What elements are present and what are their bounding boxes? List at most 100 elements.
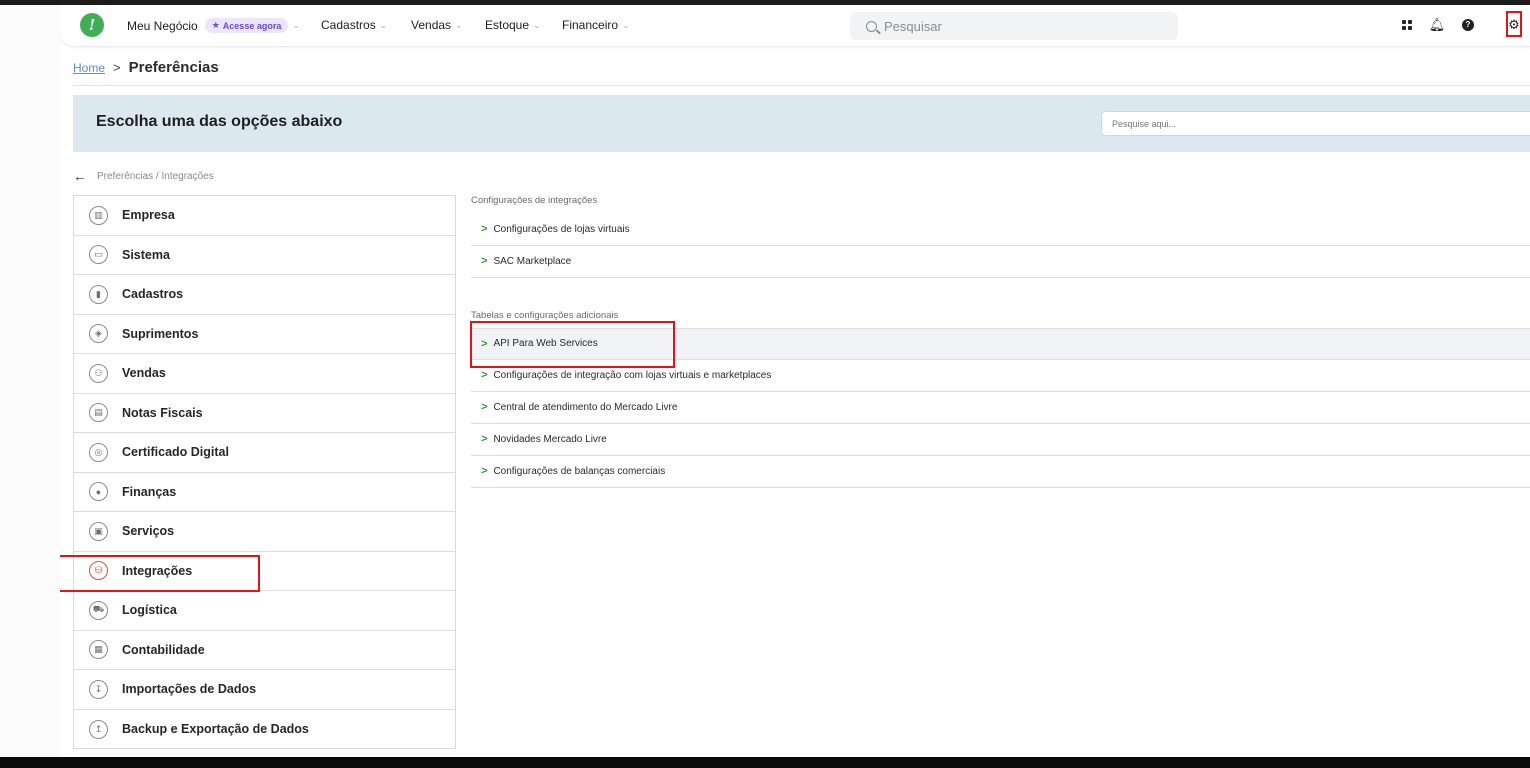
chevron-down-icon: ⌄ [622, 19, 630, 30]
menu-item-backup[interactable]: ↥ Backup e Exportação de Dados [74, 710, 455, 750]
menu-item-label: Contabilidade [122, 642, 205, 657]
book-icon: ▮ [89, 284, 108, 304]
menu-item-vendas[interactable]: ⚇ Vendas [74, 354, 455, 394]
apps-icon[interactable] [1399, 17, 1415, 33]
link-label: SAC Marketplace [493, 255, 572, 267]
link-label: Configurações de balanças comerciais [493, 465, 666, 477]
window-bottom-strip [0, 757, 1530, 768]
people-icon: ⚇ [89, 363, 108, 383]
chevron-down-icon: ⌄ [292, 20, 300, 30]
link-novidades-mercado-livre[interactable]: > Novidades Mercado Livre [471, 424, 1530, 456]
link-balancas-comerciais[interactable]: > Configurações de balanças comerciais [471, 456, 1530, 488]
piggy-bank-icon: ● [89, 482, 108, 502]
options-banner: Escolha uma das opções abaixo [73, 95, 1530, 152]
divider [73, 85, 1530, 86]
menu-item-notas-fiscais[interactable]: ▤ Notas Fiscais [74, 394, 455, 433]
menu-item-importacoes[interactable]: ↧ Importações de Dados [74, 670, 455, 710]
menu-item-logistica[interactable]: ⛟ Logística [74, 591, 455, 631]
nav-estoque-label: Estoque [485, 18, 530, 32]
breadcrumb: Home > Preferências [73, 59, 219, 76]
nav-cadastros-label: Cadastros [321, 18, 376, 32]
box-icon: ◈ [89, 324, 108, 344]
chevron-right-icon: > [481, 255, 488, 268]
chevron-right-icon: > [481, 433, 488, 446]
apps-grid [1402, 20, 1412, 30]
section-title-tabelas: Tabelas e configurações adicionais [471, 310, 619, 321]
nav-meu-negocio[interactable]: Meu Negócio ★ Acesse agora ⌄ [127, 18, 300, 33]
nav-meu-negocio-label: Meu Negócio [127, 18, 198, 33]
nav-cadastros[interactable]: Cadastros ⌄ [321, 18, 387, 32]
link-label: Configurações de lojas virtuais [493, 223, 630, 235]
acesse-agora-badge[interactable]: ★ Acesse agora [204, 18, 289, 33]
menu-item-contabilidade[interactable]: ▦ Contabilidade [74, 631, 455, 670]
banner-title: Escolha uma das opções abaixo [96, 113, 343, 130]
nav-financeiro[interactable]: Financeiro ⌄ [562, 18, 630, 32]
highlight-box-api [470, 321, 675, 368]
link-label: Novidades Mercado Livre [493, 433, 607, 445]
import-icon: ↧ [89, 679, 108, 699]
menu-item-empresa[interactable]: ▥ Empresa [74, 196, 455, 236]
preferences-search-input[interactable] [1101, 111, 1530, 136]
chevron-down-icon: ⌄ [379, 19, 388, 30]
menu-item-label: Notas Fiscais [122, 405, 203, 420]
menu-item-label: Certificado Digital [122, 445, 229, 460]
chevron-down-icon: ⌄ [455, 19, 463, 30]
chevron-right-icon: > [481, 223, 488, 236]
chevron-right-icon: > [481, 401, 488, 414]
menu-item-label: Finanças [122, 484, 177, 499]
link-central-mercado-livre[interactable]: > Central de atendimento do Mercado Livr… [471, 392, 1530, 424]
breadcrumb-separator: > [113, 60, 121, 75]
menu-item-label: Backup e Exportação de Dados [122, 722, 309, 737]
chevron-right-icon: > [481, 465, 488, 478]
link-sac-marketplace[interactable]: > SAC Marketplace [471, 246, 1530, 278]
monitor-icon: ▭ [89, 245, 108, 265]
certificate-icon: ◎ [89, 442, 108, 462]
breadcrumb-home-link[interactable]: Home [73, 61, 105, 75]
star-icon: ★ [211, 20, 220, 30]
link-lojas-virtuais[interactable]: > Configurações de lojas virtuais [471, 214, 1530, 246]
link-label: Central de atendimento do Mercado Livre [493, 401, 678, 413]
building-icon: ▥ [89, 205, 108, 225]
back-path-label: Preferências / Integrações [97, 170, 214, 182]
menu-item-suprimentos[interactable]: ◈ Suprimentos [74, 315, 455, 354]
chevron-down-icon: ⌄ [533, 19, 541, 30]
menu-item-financas[interactable]: ● Finanças [74, 473, 455, 512]
nav-vendas-label: Vendas [411, 18, 452, 32]
global-search-placeholder: Pesquisar [884, 18, 942, 34]
nav-estoque[interactable]: Estoque ⌄ [485, 18, 541, 32]
page-title: Preferências [128, 59, 219, 76]
menu-item-label: Suprimentos [122, 326, 199, 341]
back-link[interactable]: ← Preferências / Integrações [73, 168, 214, 184]
global-search-input[interactable]: Pesquisar [850, 12, 1178, 40]
help-icon[interactable]: ? [1460, 17, 1476, 33]
search-icon [866, 20, 877, 32]
bell-icon[interactable]: 🔔︎ [1428, 17, 1446, 33]
truck-icon: ⛟ [89, 600, 108, 620]
link-label: Configurações de integração com lojas vi… [493, 369, 772, 381]
acesse-agora-label: Acesse agora [222, 20, 282, 31]
bell-glyph: 🔔︎ [1428, 17, 1446, 32]
highlight-box-integracoes [60, 555, 260, 592]
clipboard-icon: ▣ [89, 521, 108, 541]
menu-item-label: Importações de Dados [122, 682, 257, 697]
nav-vendas[interactable]: Vendas ⌄ [411, 18, 463, 32]
help-glyph: ? [1462, 19, 1474, 31]
app-window: ! Meu Negócio ★ Acesse agora ⌄ Cadastros… [60, 5, 1530, 757]
brand-logo[interactable]: ! [80, 13, 104, 37]
menu-item-label: Vendas [122, 366, 166, 381]
menu-item-label: Empresa [122, 208, 175, 223]
export-icon: ↥ [89, 719, 108, 739]
highlight-box-settings [1506, 11, 1522, 37]
chevron-right-icon: > [481, 369, 488, 382]
nav-financeiro-label: Financeiro [562, 18, 619, 32]
menu-item-cadastros[interactable]: ▮ Cadastros [74, 275, 455, 315]
section-title-integracoes: Configurações de integrações [471, 195, 598, 206]
invoice-icon: ▤ [89, 403, 108, 423]
arrow-left-icon: ← [73, 168, 87, 184]
menu-item-sistema[interactable]: ▭ Sistema [74, 236, 455, 275]
menu-item-label: Logística [122, 603, 177, 618]
top-navigation-bar: ! Meu Negócio ★ Acesse agora ⌄ Cadastros… [60, 5, 1530, 47]
menu-item-certificado-digital[interactable]: ◎ Certificado Digital [74, 433, 455, 473]
menu-item-servicos[interactable]: ▣ Serviços [74, 512, 455, 552]
menu-item-label: Cadastros [122, 287, 184, 302]
